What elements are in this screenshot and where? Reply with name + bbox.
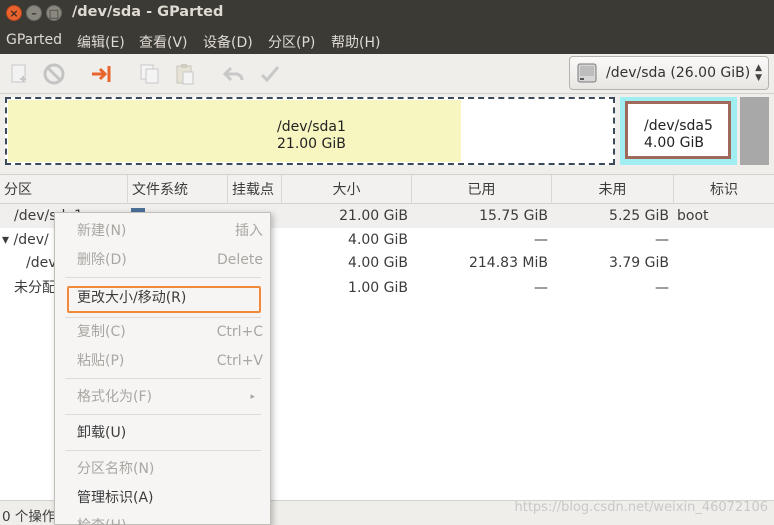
- column-header-used[interactable]: 已用: [412, 175, 552, 205]
- menu-item-partition-name[interactable]: 分区名称(N): [77, 458, 263, 480]
- new-partition-icon[interactable]: [8, 62, 32, 86]
- device-label: /dev/sda (26.00 GiB): [606, 65, 751, 81]
- cell-partition: ▾ /dev/: [2, 232, 49, 248]
- cell-used: —: [534, 232, 548, 248]
- menu-separator: [65, 414, 261, 415]
- menu-item-manage-flags[interactable]: 管理标识(A): [77, 487, 263, 509]
- menu-separator: [65, 277, 261, 278]
- column-header-mountpoint[interactable]: 挂载点: [228, 175, 282, 205]
- menu-help[interactable]: 帮助(H): [331, 32, 380, 52]
- menu-item-paste[interactable]: 粘贴(P) Ctrl+V: [77, 350, 263, 372]
- menu-edit[interactable]: 编辑(E): [77, 32, 125, 52]
- resize-move-icon[interactable]: [90, 62, 114, 86]
- title-bar: × – □ /dev/sda - GParted: [0, 0, 774, 28]
- pending-operations-count: 0 个操作: [2, 509, 56, 525]
- cell-size: 1.00 GiB: [348, 280, 408, 296]
- watermark: https://blog.csdn.net/weixin_46072106: [514, 500, 768, 515]
- column-header-partition[interactable]: 分区: [0, 175, 128, 205]
- close-window-button[interactable]: ×: [6, 5, 22, 21]
- cell-partition: /dev: [26, 255, 57, 271]
- menu-device[interactable]: 设备(D): [203, 32, 253, 52]
- used-space-fill: [8, 100, 461, 162]
- cell-unused: 5.25 GiB: [609, 208, 669, 224]
- column-header-flags[interactable]: 标识: [674, 175, 774, 205]
- minimize-window-button[interactable]: –: [26, 5, 42, 21]
- paste-icon[interactable]: [173, 62, 197, 86]
- menu-separator: [65, 450, 261, 451]
- menu-item-format-as[interactable]: 格式化为(F) ▸: [77, 386, 263, 408]
- cell-unused: 3.79 GiB: [609, 255, 669, 271]
- partition-name: /dev/sda5: [644, 118, 713, 134]
- maximize-window-button[interactable]: □: [46, 5, 62, 21]
- unallocated-block[interactable]: [740, 97, 769, 165]
- cell-used: 214.83 MiB: [468, 255, 548, 271]
- menu-view[interactable]: 查看(V): [139, 32, 188, 52]
- partition-size: 21.00 GiB: [277, 136, 346, 152]
- menu-item-resize-move[interactable]: 更改大小/移动(R): [77, 287, 263, 309]
- menu-item-new[interactable]: 新建(N) 插入: [77, 220, 263, 242]
- menu-item-check[interactable]: 检查(H): [77, 515, 263, 525]
- menu-partition[interactable]: 分区(P): [268, 32, 315, 52]
- delete-icon[interactable]: [42, 62, 66, 86]
- apply-icon[interactable]: [258, 62, 282, 86]
- partition-sda5-block[interactable]: /dev/sda5 4.00 GiB: [625, 101, 731, 159]
- copy-icon[interactable]: [138, 62, 162, 86]
- cell-unused: —: [655, 232, 669, 248]
- menu-item-delete[interactable]: 删除(D) Delete: [77, 249, 263, 271]
- cell-size: 4.00 GiB: [348, 255, 408, 271]
- column-header-filesystem[interactable]: 文件系统: [128, 175, 228, 205]
- cell-flags: boot: [677, 208, 709, 224]
- disk-map: /dev/sda1 21.00 GiB /dev/sda5 4.00 GiB: [0, 94, 774, 174]
- cell-used: 15.75 GiB: [479, 208, 548, 224]
- cell-used: —: [534, 280, 548, 296]
- menu-item-unmount[interactable]: 卸载(U): [77, 422, 263, 444]
- extended-partition-block[interactable]: /dev/sda5 4.00 GiB: [620, 97, 737, 165]
- cell-size: 21.00 GiB: [339, 208, 408, 224]
- table-header: 分区 文件系统 挂载点 大小 已用 未用 标识: [0, 174, 774, 205]
- partition-sda1-block[interactable]: /dev/sda1 21.00 GiB: [5, 97, 615, 165]
- submenu-arrow-icon: ▸: [250, 392, 255, 402]
- menu-separator: [65, 378, 261, 379]
- device-selector[interactable]: /dev/sda (26.00 GiB) ▲ ▼: [569, 56, 769, 90]
- undo-icon[interactable]: [222, 62, 246, 86]
- partition-size: 4.00 GiB: [644, 135, 704, 151]
- partition-context-menu: 新建(N) 插入 删除(D) Delete 更改大小/移动(R) 复制(C) Ctrl…: [54, 212, 271, 525]
- cell-size: 4.00 GiB: [348, 232, 408, 248]
- menu-gparted[interactable]: GParted: [6, 32, 62, 48]
- window-title: /dev/sda - GParted: [72, 4, 224, 20]
- column-header-size[interactable]: 大小: [282, 175, 412, 205]
- partition-name: /dev/sda1: [277, 119, 346, 135]
- hard-disk-icon: [577, 63, 597, 83]
- chevron-up-down-icon: ▲ ▼: [755, 63, 762, 83]
- cell-partition: 未分配: [14, 280, 56, 296]
- menu-item-copy[interactable]: 复制(C) Ctrl+C: [77, 321, 263, 343]
- menu-bar: GParted 编辑(E) 查看(V) 设备(D) 分区(P) 帮助(H): [0, 28, 774, 54]
- column-header-unused[interactable]: 未用: [552, 175, 674, 205]
- menu-separator: [65, 317, 261, 318]
- cell-unused: —: [655, 280, 669, 296]
